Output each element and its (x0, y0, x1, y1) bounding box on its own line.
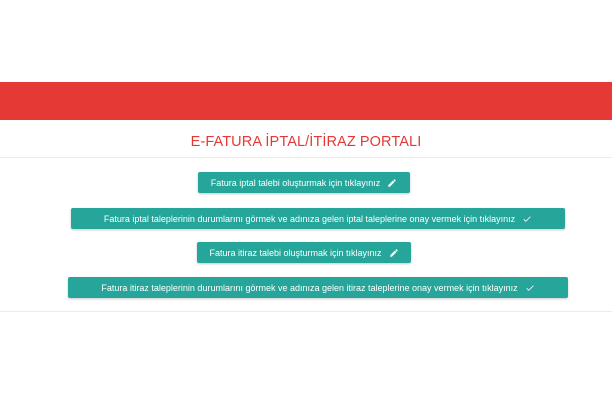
create-objection-request-button[interactable]: Fatura itiraz talebi oluşturmak için tık… (197, 242, 411, 263)
portal-title: E-FATURA İPTAL/İTİRAZ PORTALI (190, 134, 422, 150)
button-label: Fatura itiraz taleplerinin durumlarını g… (101, 282, 518, 293)
view-cancel-requests-button[interactable]: Fatura iptal taleplerinin durumlarını gö… (71, 208, 565, 229)
check-icon (525, 283, 535, 293)
create-cancel-request-button[interactable]: Fatura iptal talebi oluşturmak için tıkl… (198, 172, 410, 193)
button-label: Fatura itiraz talebi oluşturmak için tık… (209, 247, 382, 258)
divider-bottom (0, 311, 612, 312)
button-label: Fatura iptal talebi oluşturmak için tıkl… (210, 177, 381, 188)
page: E-FATURA İPTAL/İTİRAZ PORTALI Fatura ipt… (0, 0, 612, 408)
divider-top (0, 157, 612, 158)
button-label: Fatura iptal taleplerinin durumlarını gö… (103, 213, 516, 224)
view-objection-requests-button[interactable]: Fatura itiraz taleplerinin durumlarını g… (68, 277, 568, 298)
check-icon (522, 214, 532, 224)
pencil-icon (389, 248, 399, 258)
header-band (0, 82, 612, 120)
pencil-icon (387, 178, 397, 188)
